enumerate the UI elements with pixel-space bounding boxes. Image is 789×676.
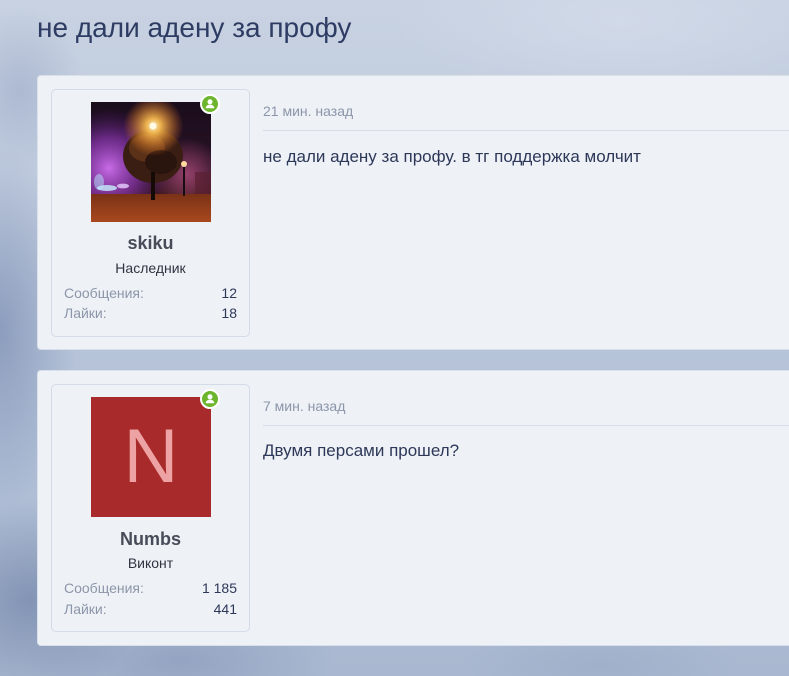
stat-messages: Сообщения: 12 (64, 284, 237, 302)
stat-likes-value: 441 (213, 601, 237, 617)
online-status-icon (200, 389, 220, 409)
post-user-info: N Numbs Виконт Сообщения: 1 185 Лайки: 4… (51, 384, 250, 632)
thread-title: не дали адену за профу (37, 12, 352, 43)
stat-messages-label: Сообщения: (64, 285, 144, 301)
username[interactable]: Numbs (52, 528, 249, 550)
post-message: не дали адену за профу. в тг поддержка м… (263, 147, 641, 166)
stat-messages-label: Сообщения: (64, 580, 144, 596)
post-date[interactable]: 21 мин. назад (263, 102, 353, 120)
stat-likes-label: Лайки: (64, 305, 107, 321)
post-date[interactable]: 7 мин. назад (263, 397, 345, 415)
stat-likes: Лайки: 18 (64, 304, 237, 322)
stat-messages: Сообщения: 1 185 (64, 579, 237, 597)
online-status-icon (200, 94, 220, 114)
stat-likes: Лайки: 441 (64, 600, 237, 618)
stat-messages-value: 12 (221, 285, 237, 301)
stat-likes-label: Лайки: (64, 601, 107, 617)
avatar[interactable] (91, 102, 211, 222)
post-header-divider (263, 425, 789, 426)
stat-messages-value: 1 185 (201, 580, 237, 596)
post: N Numbs Виконт Сообщения: 1 185 Лайки: 4… (37, 370, 789, 646)
post-user-info: skiku Наследник Сообщения: 12 Лайки: 18 (51, 89, 250, 337)
post-message: Двумя персами прошел? (263, 441, 460, 460)
stat-likes-value: 18 (221, 305, 237, 321)
post: skiku Наследник Сообщения: 12 Лайки: 18 … (37, 75, 789, 350)
user-title: Виконт (127, 555, 174, 571)
post-header-divider (263, 130, 789, 131)
user-title: Наследник (115, 260, 186, 276)
username[interactable]: skiku (52, 232, 249, 254)
avatar[interactable]: N (91, 397, 211, 517)
